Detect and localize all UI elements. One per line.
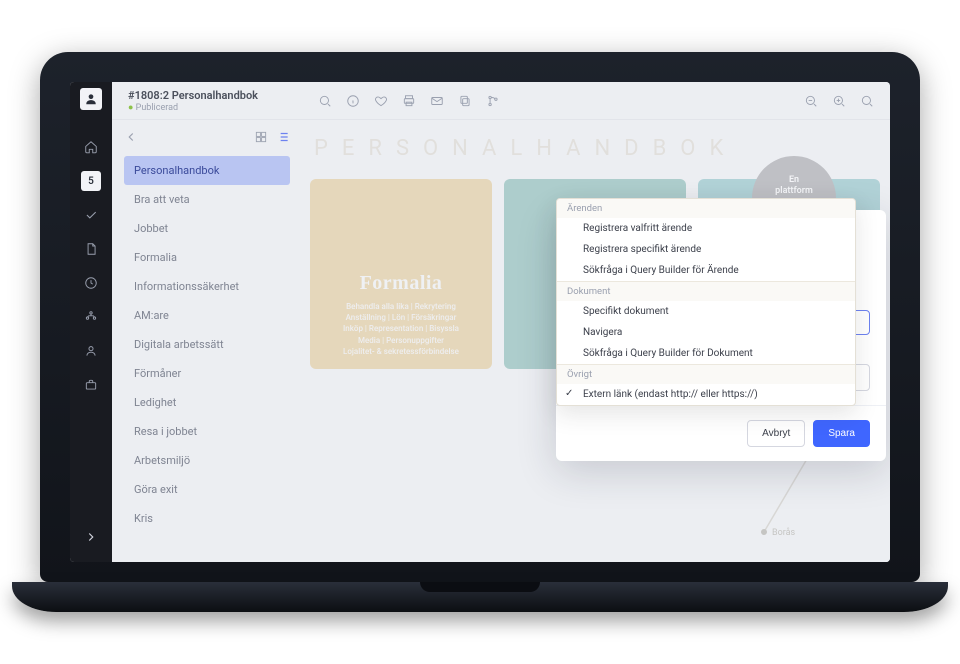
sidepanel-item[interactable]: Förmåner [124, 359, 290, 388]
copy-icon[interactable] [458, 94, 472, 108]
dropdown-group-label: Övrigt [557, 365, 855, 384]
chevron-right-icon [84, 530, 98, 544]
main: #1808:2 Personalhandbok ● Publicerad [112, 82, 890, 562]
sidepanel-item[interactable]: Digitala arbetssätt [124, 330, 290, 359]
dropdown-item[interactable]: Registrera valfritt ärende [557, 218, 855, 239]
heart-icon[interactable] [374, 94, 388, 108]
user-icon [84, 92, 98, 106]
leftbar: 5 [70, 82, 112, 562]
zoom-in-icon[interactable] [832, 94, 846, 108]
sidepanel-item[interactable]: Formalia [124, 243, 290, 272]
nav-docs[interactable] [70, 232, 112, 266]
sidepanel-item[interactable]: Jobbet [124, 214, 290, 243]
laptop-mockup: 5 [40, 52, 920, 612]
sidepanel-item[interactable]: Ledighet [124, 388, 290, 417]
dropdown-item[interactable]: Navigera [557, 322, 855, 343]
nav-home[interactable] [70, 130, 112, 164]
person-icon [84, 344, 98, 358]
back-button[interactable] [124, 130, 138, 144]
print-icon[interactable] [402, 94, 416, 108]
notifications-badge: 5 [81, 171, 101, 191]
doc-status: ● Publicerad [128, 102, 318, 113]
mail-icon[interactable] [430, 94, 444, 108]
grid-view-icon[interactable] [254, 130, 268, 144]
nav-org[interactable] [70, 300, 112, 334]
save-button[interactable]: Spara [813, 420, 870, 447]
dropdown-group-label: Dokument [557, 282, 855, 301]
check-icon [84, 208, 98, 222]
topbar: #1808:2 Personalhandbok ● Publicerad [112, 82, 890, 120]
dropdown-item[interactable]: Sökfråga i Query Builder för Dokument [557, 343, 855, 364]
list-view-icon[interactable] [276, 130, 290, 144]
clock-icon [84, 276, 98, 290]
sidepanel: PersonalhandbokBra att vetaJobbetFormali… [112, 120, 302, 562]
content-card[interactable]: FormaliaBehandla alla lika | Rekrytering… [310, 179, 492, 369]
dropdown-group-label: Ärenden [557, 199, 855, 218]
doc-title: #1808:2 Personalhandbok [128, 89, 318, 102]
briefcase-icon [84, 378, 98, 392]
sidepanel-item[interactable]: Resa i jobbet [124, 417, 290, 446]
dropdown-item[interactable]: Sökfråga i Query Builder för Ärende [557, 260, 855, 281]
link-type-dropdown[interactable]: ÄrendenRegistrera valfritt ärendeRegistr… [556, 198, 856, 406]
zoom-out-top-icon[interactable] [318, 94, 332, 108]
sidepanel-item[interactable]: Arbetsmiljö [124, 446, 290, 475]
dropdown-item[interactable]: Specifikt dokument [557, 301, 855, 322]
home-icon [84, 140, 98, 154]
sidepanel-item[interactable]: Informationssäkerhet [124, 272, 290, 301]
document-icon [84, 242, 98, 256]
search-icon[interactable] [860, 94, 874, 108]
nav-profile[interactable] [70, 334, 112, 368]
leftbar-expand[interactable] [70, 520, 112, 554]
nav-history[interactable] [70, 266, 112, 300]
org-icon [84, 310, 98, 324]
sidepanel-item[interactable]: Göra exit [124, 475, 290, 504]
info-icon[interactable] [346, 94, 360, 108]
nav-work[interactable] [70, 368, 112, 402]
zoom-out-icon[interactable] [804, 94, 818, 108]
avatar[interactable] [80, 88, 102, 110]
nav-check[interactable] [70, 198, 112, 232]
sidepanel-item[interactable]: Kris [124, 504, 290, 533]
nav-notifications[interactable]: 5 [70, 164, 112, 198]
branch-icon[interactable] [486, 94, 500, 108]
svg-text:Borås: Borås [772, 527, 796, 538]
cancel-button[interactable]: Avbryt [747, 420, 805, 447]
sidepanel-item[interactable]: AM:are [124, 301, 290, 330]
dropdown-item[interactable]: Extern länk (endast http:// eller https:… [557, 384, 855, 405]
dropdown-item[interactable]: Registrera specifikt ärende [557, 239, 855, 260]
app-screen: 5 [70, 82, 890, 562]
sidepanel-item[interactable]: Bra att veta [124, 185, 290, 214]
content: PERSONALHANDBOK FormaliaBehandla alla li… [302, 120, 890, 562]
sidepanel-item[interactable]: Personalhandbok [124, 156, 290, 185]
